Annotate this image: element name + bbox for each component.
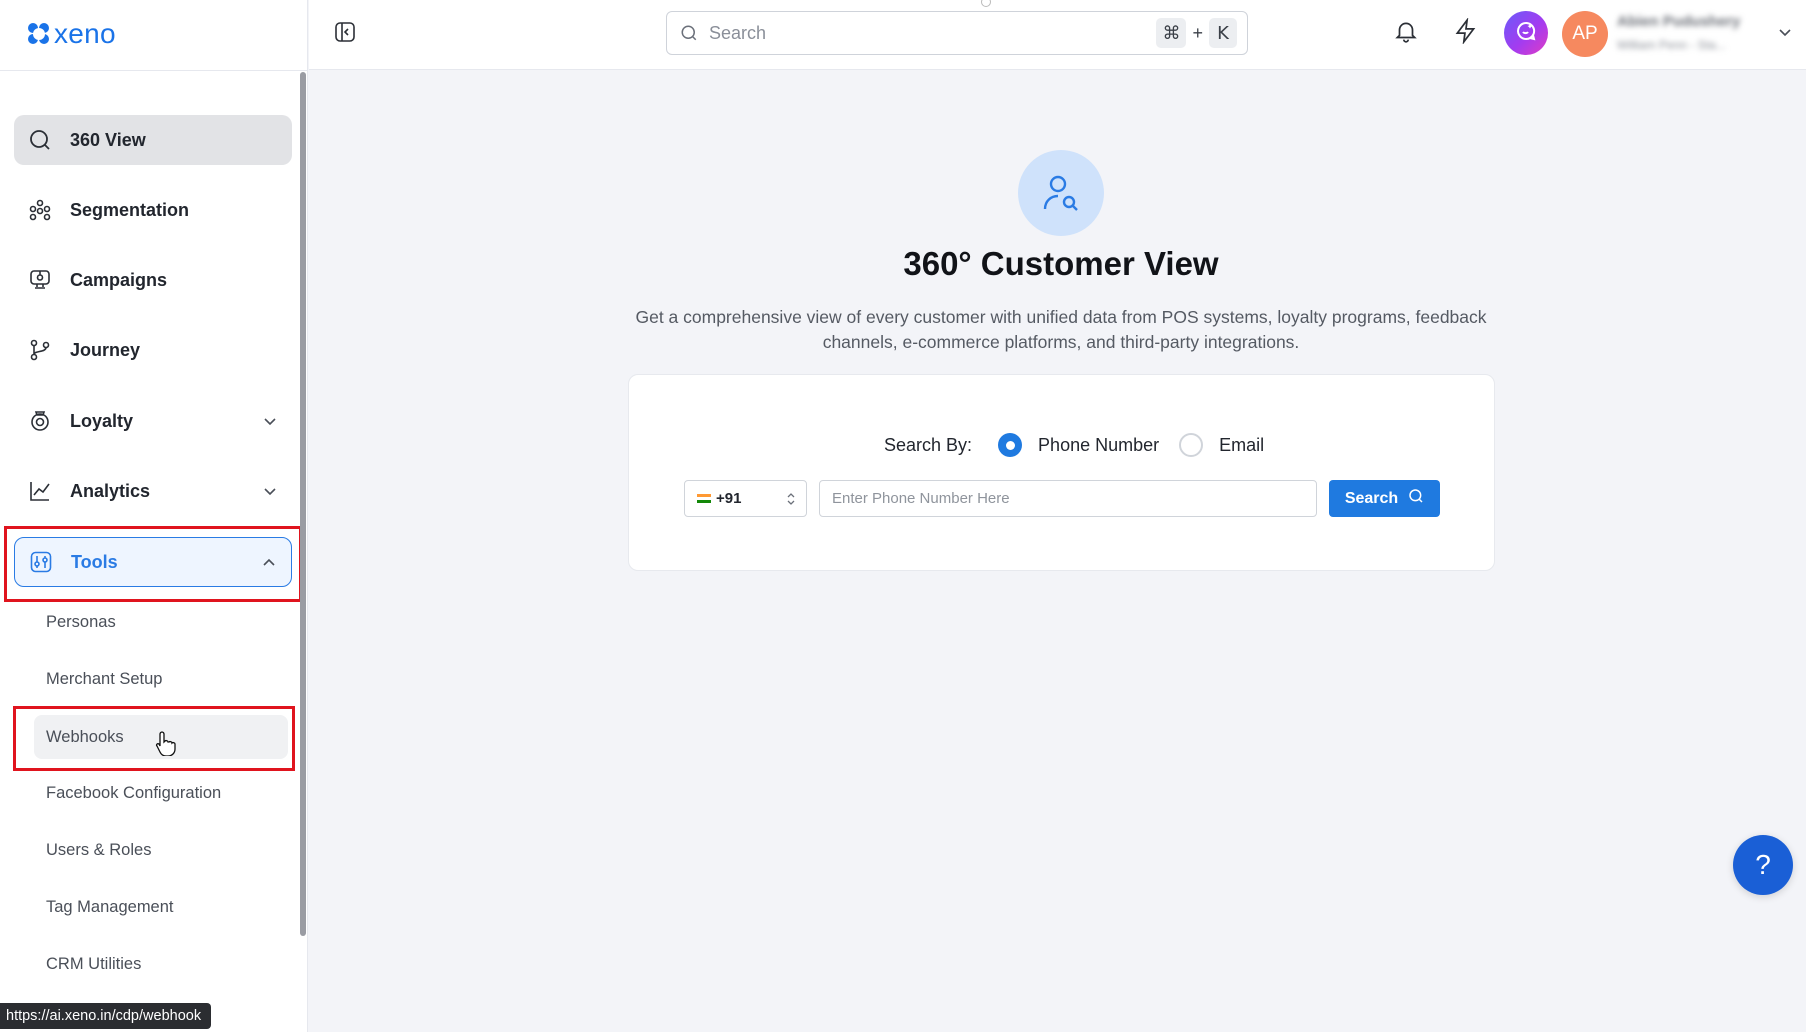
sidebar-item-360-view[interactable]: 360 View	[14, 115, 292, 165]
sidebar-item-label: Journey	[70, 339, 141, 360]
search-button[interactable]: Search	[1329, 480, 1440, 517]
search-button-label: Search	[1344, 489, 1399, 507]
customer-search-icon	[1018, 150, 1104, 236]
sidebar-item-journey[interactable]: Journey	[14, 325, 292, 375]
chevron-down-icon	[1777, 24, 1793, 45]
shortcut-key-k: K	[1209, 18, 1237, 48]
search-by-label: Search By:	[884, 434, 973, 455]
shortcut-key-cmd: ⌘	[1156, 18, 1187, 48]
webhooks-highlight-box	[13, 706, 295, 771]
email-radio[interactable]	[1179, 433, 1204, 457]
sidebar-item-label: Analytics	[70, 480, 151, 501]
sidebar-item-label: Segmentation	[70, 199, 190, 220]
select-arrows-icon	[787, 493, 795, 505]
country-code-select[interactable]: +91	[684, 480, 807, 517]
analytics-icon	[27, 478, 53, 504]
sidebar-scrollbar[interactable]	[300, 72, 306, 936]
search-icon	[1408, 488, 1424, 509]
logo-text: xeno	[54, 18, 116, 49]
india-flag-icon	[697, 493, 711, 504]
submenu-item-crm-utilities[interactable]: CRM Utilities	[34, 942, 288, 986]
bell-icon	[1393, 18, 1419, 49]
phone-number-radio[interactable]	[998, 433, 1023, 457]
avatar[interactable]: AP	[1562, 11, 1608, 57]
sidebar-item-label: Campaigns	[70, 269, 168, 290]
email-radio-label[interactable]: Email	[1219, 435, 1264, 456]
sidebar-item-campaigns[interactable]: Campaigns	[14, 255, 292, 305]
user-name: Abien Pudushery	[1617, 13, 1741, 30]
global-search-input[interactable]	[709, 22, 1129, 44]
user-subtitle: William Penn - Sta...	[1617, 38, 1726, 52]
submenu-item-facebook-configuration[interactable]: Facebook Configuration	[34, 771, 288, 815]
sidebar-item-analytics[interactable]: Analytics	[14, 466, 292, 516]
hand-cursor-icon	[155, 731, 176, 756]
phone-number-radio-label[interactable]: Phone Number	[1038, 435, 1159, 456]
sidebar-item-label: Loyalty	[70, 410, 134, 431]
sidebar: xeno 360 View Segmentation Campaigns Jou…	[0, 0, 308, 1032]
help-button[interactable]: ?	[1733, 835, 1793, 895]
page-description: Get a comprehensive view of every custom…	[635, 307, 1487, 352]
segmentation-icon	[27, 197, 53, 223]
sidebar-collapse-button[interactable]	[331, 20, 359, 48]
page-title: 360° Customer View	[903, 245, 1219, 282]
ai-assistant-button[interactable]	[1504, 11, 1548, 55]
search-icon	[27, 127, 53, 153]
sidebar-divider	[0, 70, 307, 71]
submenu-item-tag-management[interactable]: Tag Management	[34, 885, 288, 929]
quick-actions-button[interactable]	[1449, 16, 1483, 50]
sidebar-item-label: 360 View	[70, 129, 146, 150]
campaigns-icon	[27, 267, 53, 293]
submenu-item-personas[interactable]: Personas	[34, 600, 288, 644]
loyalty-icon	[27, 408, 53, 434]
global-search[interactable]: ⌘ + K	[666, 11, 1248, 55]
submenu-item-users-roles[interactable]: Users & Roles	[34, 828, 288, 872]
tools-highlight-box	[4, 526, 302, 602]
xeno-logo-mark-icon	[28, 23, 50, 45]
journey-icon	[27, 337, 53, 363]
search-icon	[679, 23, 699, 43]
search-shortcut: ⌘ + K	[1156, 18, 1237, 48]
status-url-tooltip: https://ai.xeno.in/cdp/webhook	[0, 1003, 212, 1029]
phone-number-input[interactable]	[819, 480, 1317, 517]
ai-assistant-icon	[1514, 19, 1538, 48]
customer-search-card: Search By: Phone Number Email +91 Search	[628, 374, 1495, 571]
xeno-logo[interactable]: xeno	[28, 16, 116, 52]
country-code-value: +91	[716, 490, 742, 507]
chevron-down-icon	[260, 411, 280, 431]
top-indicator-dot	[981, 0, 991, 7]
submenu-item-merchant-setup[interactable]: Merchant Setup	[34, 657, 288, 701]
search-by-group: Search By: Phone Number Email	[884, 433, 1284, 457]
lightning-icon	[1453, 16, 1479, 49]
chevron-down-icon	[260, 481, 280, 501]
sidebar-item-loyalty[interactable]: Loyalty	[14, 396, 292, 446]
sidebar-collapse-icon	[333, 20, 357, 49]
sidebar-item-segmentation[interactable]: Segmentation	[14, 185, 292, 235]
top-header: ⌘ + K AP Abien Pudushery William Penn - …	[309, 0, 1806, 70]
shortcut-plus: +	[1192, 22, 1203, 43]
notifications-button[interactable]	[1389, 16, 1423, 50]
user-menu-toggle[interactable]	[1775, 24, 1795, 44]
